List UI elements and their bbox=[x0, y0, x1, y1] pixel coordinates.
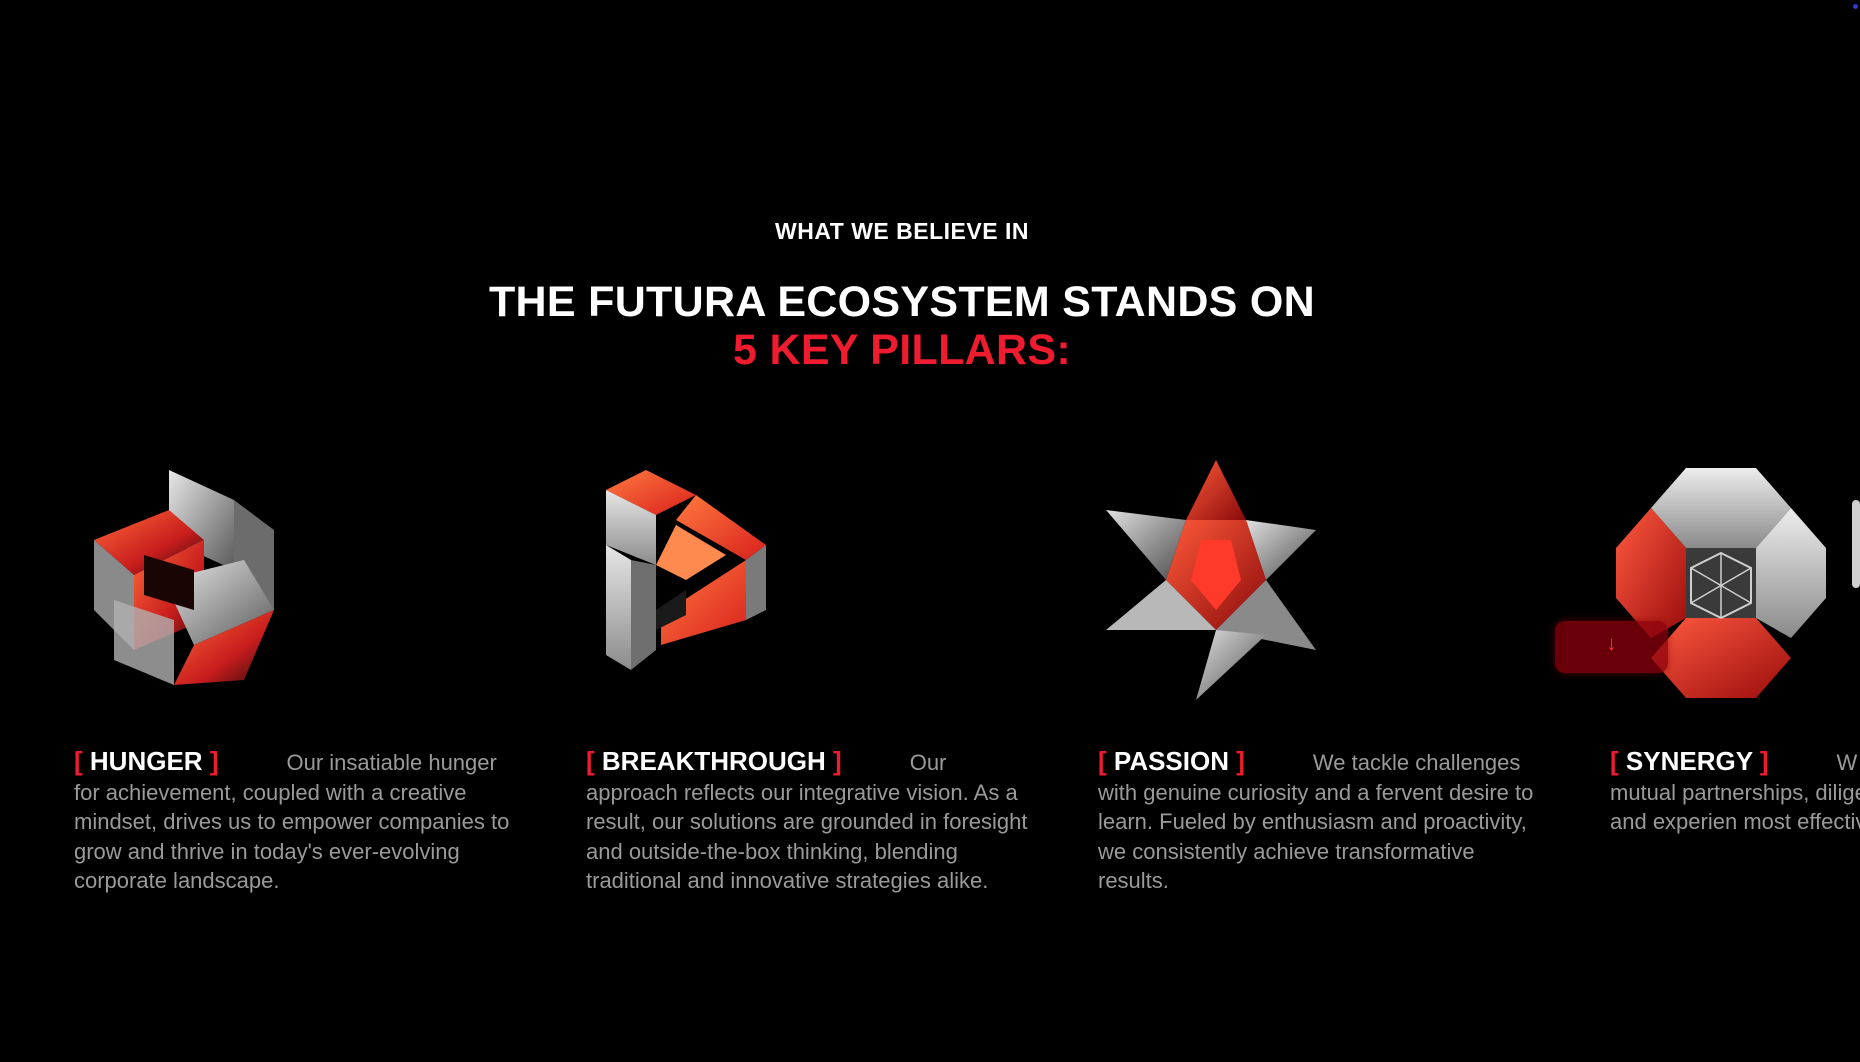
pillar-hunger: [ HUNGER ] Our insatiable hunger for achi… bbox=[74, 440, 534, 920]
pillar-text: [ SYNERGY ]W collaboration and mutual pa… bbox=[1610, 746, 1860, 837]
star-tetrahedron-icon bbox=[1106, 460, 1316, 700]
pillar-title: [ HUNGER ] bbox=[74, 746, 219, 776]
section-headline: THE FUTURA ECOSYSTEM STANDS ON 5 KEY PIL… bbox=[0, 278, 1804, 374]
pillars-carousel[interactable]: [ HUNGER ] Our insatiable hunger for achi… bbox=[0, 440, 1860, 940]
corner-indicator bbox=[1853, 4, 1858, 9]
pillar-text: [ BREAKTHROUGH ] Our approach reflects ou… bbox=[586, 746, 1036, 896]
pillar-passion: [ PASSION ] We tackle challenges with gen… bbox=[1098, 440, 1558, 920]
scroll-down-button[interactable]: ↓ bbox=[1555, 621, 1668, 673]
arrow-down-icon: ↓ bbox=[1606, 633, 1617, 655]
pillar-title: [ PASSION ] bbox=[1098, 746, 1245, 776]
headline-line-2: 5 KEY PILLARS: bbox=[733, 326, 1071, 374]
headline-line-1: THE FUTURA ECOSYSTEM STANDS ON bbox=[488, 278, 1316, 326]
section-eyebrow: WHAT WE BELIEVE IN bbox=[775, 218, 1029, 244]
pillar-text: [ HUNGER ] Our insatiable hunger for achi… bbox=[74, 746, 524, 896]
pillar-title: [ BREAKTHROUGH ] bbox=[586, 746, 842, 776]
pillar-breakthrough: [ BREAKTHROUGH ] Our approach reflects ou… bbox=[586, 440, 1046, 920]
pillar-text: [ PASSION ] We tackle challenges with gen… bbox=[1098, 746, 1548, 896]
pillar-title: [ SYNERGY ] bbox=[1610, 746, 1769, 776]
scrollbar-thumb[interactable] bbox=[1852, 500, 1860, 588]
pillar-synergy: [ SYNERGY ]W collaboration and mutual pa… bbox=[1610, 440, 1860, 920]
impossible-triangle-icon bbox=[586, 470, 786, 690]
interlocked-cubes-icon bbox=[74, 460, 294, 690]
